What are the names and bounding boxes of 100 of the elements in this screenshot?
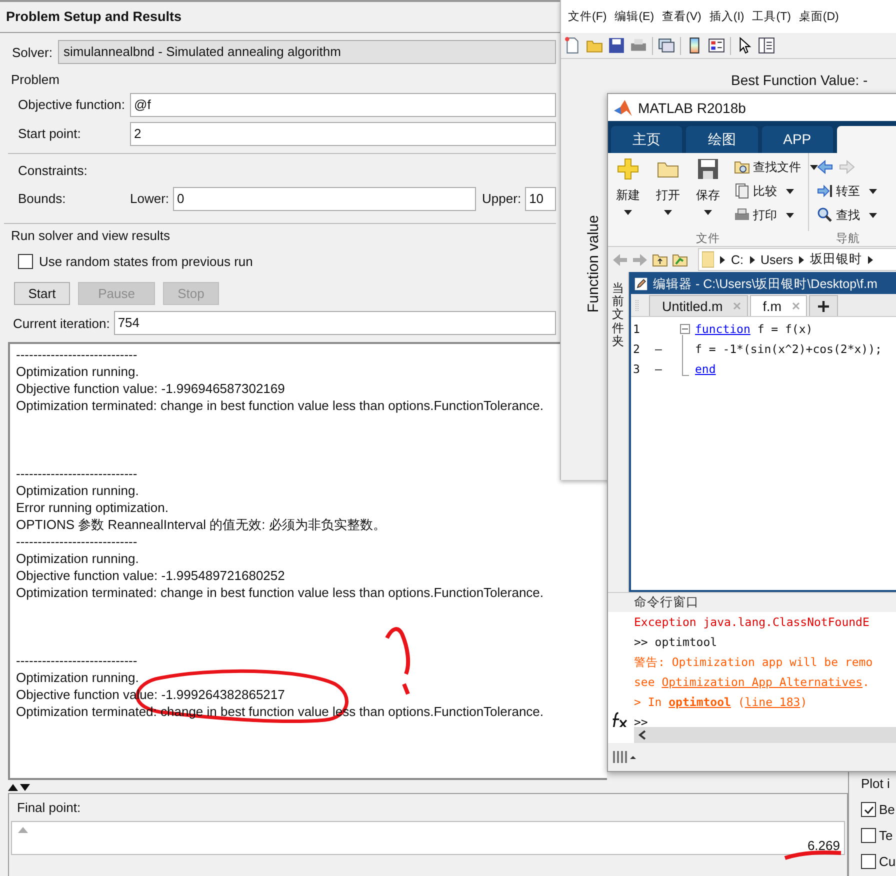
log-line: Optimization running.: [16, 482, 139, 499]
action-button[interactable]: Start: [14, 282, 70, 304]
breakpoint-marker[interactable]: —: [655, 342, 662, 356]
chevron-icon[interactable]: [750, 256, 754, 264]
checkbox[interactable]: [861, 854, 876, 869]
checkbox[interactable]: [861, 802, 876, 817]
path-bar[interactable]: C: Users 坂田银时: [698, 248, 896, 271]
line-number: 2: [632, 342, 641, 356]
ribbon-button[interactable]: 转至: [817, 181, 877, 201]
code-line: function f = f(x): [695, 322, 813, 336]
ribbon-tab[interactable]: 主页: [611, 126, 682, 153]
caret-icon[interactable]: [704, 210, 712, 215]
ribbon-button[interactable]: 查找: [817, 205, 877, 225]
log-line: OPTIONS 参数 ReannealInterval 的值无效: 必须为非负实整数。: [16, 516, 386, 533]
arrow-to-bar-icon: [817, 183, 833, 199]
ribbon-button[interactable]: 查找文件: [734, 157, 818, 177]
command-output: > In optimtool (line 183): [634, 695, 808, 709]
print-icon[interactable]: [630, 37, 647, 54]
log-line: ----------------------------: [16, 346, 138, 363]
new-file-icon[interactable]: [564, 37, 581, 54]
menu-item[interactable]: 查看(V): [662, 9, 702, 24]
menu-item[interactable]: 桌面(D): [798, 9, 839, 24]
solver-label: Solver:: [12, 44, 52, 60]
caret-icon[interactable]: [869, 188, 877, 194]
ribbon-button[interactable]: 比较: [734, 181, 818, 201]
group-title: Problem: [11, 71, 60, 88]
search-icon: [817, 207, 833, 223]
group-title: Run solver and view results: [11, 227, 170, 244]
menu-item[interactable]: 工具(T): [752, 9, 791, 24]
file-tab[interactable]: Untitled.m: [649, 295, 748, 316]
ribbon-button[interactable]: 打印: [734, 205, 818, 225]
log-line: ----------------------------: [16, 465, 138, 482]
legend-icon[interactable]: [708, 37, 725, 54]
new-tab-button[interactable]: [808, 295, 838, 316]
folder-icon: [702, 251, 714, 268]
caret-icon[interactable]: [786, 212, 794, 218]
checkbox-label: Use random states from previous run: [39, 254, 253, 268]
checkbox[interactable]: [861, 828, 876, 843]
plus-icon: [616, 157, 640, 181]
ribbon-tab[interactable]: 绘图: [686, 126, 758, 153]
ribbon-button[interactable]: 保存: [688, 157, 728, 231]
caret-icon[interactable]: [869, 212, 877, 218]
log-line: Objective function value: -1.995489721680252: [16, 567, 285, 584]
caret-icon[interactable]: [786, 188, 794, 194]
caret-icon[interactable]: [664, 210, 672, 215]
documents-icon: [734, 183, 750, 199]
start-point-field[interactable]: 2: [130, 122, 556, 146]
property-panel-icon[interactable]: [758, 37, 775, 54]
field-label: Current iteration:: [13, 316, 110, 330]
side-panel-tab[interactable]: 当前文件夹: [612, 282, 624, 592]
checkmark-icon: [862, 804, 874, 816]
command-output: Exception java.lang.ClassNotFoundE: [634, 615, 870, 629]
lower-bound-field[interactable]: 0: [173, 186, 476, 210]
caret-icon[interactable]: [624, 210, 632, 215]
fold-toggle-icon[interactable]: [680, 324, 690, 334]
window-title: MATLAB R2018b: [638, 100, 746, 116]
horizontal-scrollbar[interactable]: [634, 727, 896, 743]
checkbox[interactable]: [18, 254, 33, 268]
log-line: Optimization running.: [16, 363, 139, 380]
fold-guide-line: [682, 335, 689, 376]
field-label: Start point:: [18, 126, 82, 141]
path-segment[interactable]: C:: [731, 252, 744, 266]
ribbon-button[interactable]: 打开: [648, 157, 688, 231]
back-arrow-icon[interactable]: [817, 159, 833, 175]
ribbon-tab[interactable]: APP: [762, 126, 833, 153]
breakpoint-marker[interactable]: —: [655, 362, 662, 376]
log-line: Optimization terminated: change in best function value less than options.FunctionTolerance.: [16, 584, 544, 601]
linked-windows-icon[interactable]: [658, 37, 675, 54]
objective-function-field[interactable]: @f: [130, 92, 556, 116]
panel-label: Final point:: [16, 799, 82, 817]
chevron-icon[interactable]: [868, 256, 874, 264]
menu-item[interactable]: 插入(I): [709, 9, 744, 24]
section-label: Constraints:: [17, 162, 88, 180]
splitter-arrows-icon[interactable]: [8, 783, 30, 791]
menu-item[interactable]: 编辑(E): [614, 9, 654, 24]
caret-icon[interactable]: [810, 164, 818, 170]
command-output: >>: [634, 715, 648, 727]
status-grip-icon[interactable]: [612, 749, 636, 763]
solver-dropdown[interactable]: simulannealbnd - Simulated annealing algorithm: [58, 40, 556, 64]
field-label: Lower:: [130, 191, 170, 206]
path-segment[interactable]: Users: [760, 252, 794, 266]
path-segment[interactable]: 坂田银时: [810, 251, 862, 268]
upper-bound-field[interactable]: 10: [525, 186, 556, 210]
hand-drawn-question-mark: [384, 626, 412, 696]
field-label: Objective function:: [18, 97, 126, 112]
file-tab[interactable]: f.m: [750, 295, 807, 316]
menu-item[interactable]: 文件(F): [568, 9, 607, 24]
folder-search-icon: [734, 159, 750, 175]
panel-label: Plot i: [861, 776, 891, 791]
save-icon[interactable]: [608, 37, 625, 54]
log-line: Optimization running.: [16, 669, 139, 686]
folder-up-icon[interactable]: [652, 252, 668, 268]
chevron-icon[interactable]: [720, 256, 725, 264]
ribbon-button[interactable]: 新建: [608, 157, 648, 231]
grip-icon[interactable]: [635, 300, 639, 312]
command-output: >> optimtool: [634, 635, 718, 649]
chevron-icon[interactable]: [799, 256, 804, 264]
code-line: end: [695, 362, 716, 376]
group-label: 文件: [696, 232, 720, 246]
pencil-icon: [634, 277, 648, 291]
